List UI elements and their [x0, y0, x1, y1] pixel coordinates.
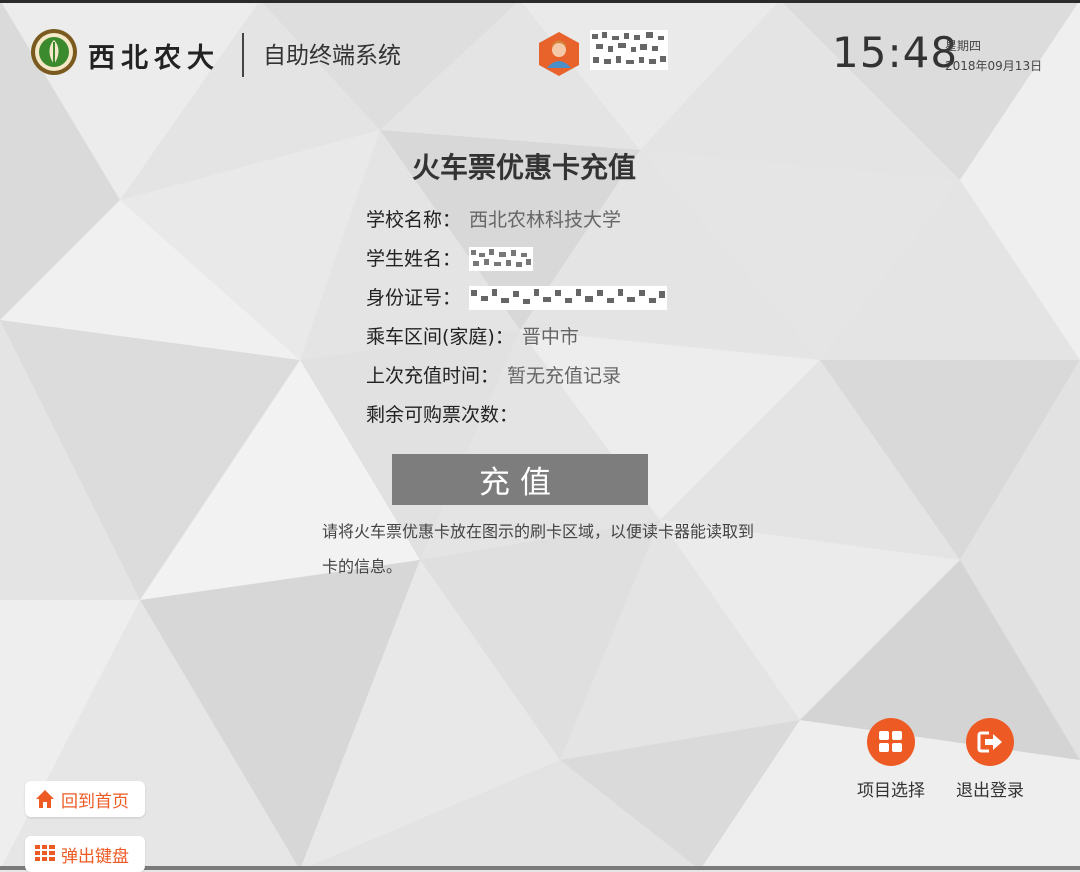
user-avatar-icon — [539, 32, 579, 76]
header-divider — [242, 33, 244, 77]
bottom-border — [0, 866, 1080, 870]
keyboard-icon — [35, 845, 55, 861]
last-recharge-value: 暂无充值记录 — [507, 364, 622, 387]
date: 2018年09月13日 — [945, 59, 1043, 73]
student-name-redacted — [469, 246, 534, 271]
recharge-button[interactable]: 充值 — [392, 454, 648, 505]
info-label: 身份证号： — [366, 286, 462, 309]
home-button[interactable]: 回到首页 — [25, 781, 145, 817]
info-label: 乘车区间(家庭)： — [366, 325, 514, 348]
logout-label: 退出登录 — [956, 781, 1024, 801]
id-number-redacted — [469, 285, 668, 310]
travel-range-value: 晋中市 — [521, 325, 579, 348]
page-title: 火车票优惠卡充值 — [0, 146, 1080, 186]
user-name-redacted — [590, 30, 668, 70]
info-label: 上次充值时间： — [366, 364, 500, 387]
info-row-school: 学校名称： 西北农林科技大学 — [366, 200, 667, 239]
clock-time: 15:48 — [832, 28, 959, 77]
logout-button[interactable]: 退出登录 — [940, 718, 1040, 801]
info-row-student-name: 学生姓名： — [366, 239, 667, 278]
show-keyboard-button[interactable]: 弹出键盘 — [25, 836, 145, 872]
university-name: 西北农大 — [88, 43, 220, 74]
info-row-id-number: 身份证号： — [366, 278, 668, 317]
card-swipe-hint: 请将火车票优惠卡放在图示的刷卡区域，以便读卡器能读取到卡的信息。 — [322, 522, 755, 576]
info-row-last-recharge: 上次充值时间： 暂无充值记录 — [366, 356, 667, 395]
system-title: 自助终端系统 — [263, 43, 401, 69]
exit-icon — [966, 718, 1014, 766]
home-label: 回到首页 — [61, 791, 129, 812]
info-row-travel-range: 乘车区间(家庭)： 晋中市 — [366, 317, 667, 356]
school-name-value: 西北农林科技大学 — [469, 208, 622, 231]
page-title-text: 火车票优惠卡充值 — [411, 151, 636, 184]
university-logo-icon — [31, 29, 77, 75]
card-info-list: 学校名称： 西北农林科技大学 学生姓名： 身份证号： 乘车区间(家庭)： 晋中市… — [366, 200, 668, 434]
grid-icon — [867, 718, 915, 766]
info-label: 学校名称： — [366, 208, 462, 231]
weekday: 星期四 — [945, 39, 982, 53]
info-label: 学生姓名： — [366, 247, 462, 270]
project-select-button[interactable]: 项目选择 — [841, 718, 941, 801]
keyboard-label: 弹出键盘 — [61, 846, 129, 867]
project-select-label: 项目选择 — [857, 781, 925, 801]
info-row-remaining-count: 剩余可购票次数： — [366, 395, 667, 434]
info-label: 剩余可购票次数： — [366, 403, 519, 426]
home-icon — [36, 790, 54, 808]
top-border — [0, 0, 1080, 3]
